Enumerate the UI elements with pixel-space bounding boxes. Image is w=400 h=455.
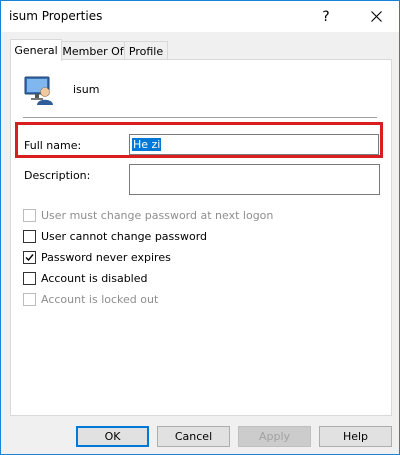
window-title: isum Properties [9, 9, 103, 23]
tab-member-of[interactable]: Member Of [61, 41, 125, 60]
description-field[interactable] [129, 164, 380, 195]
full-name-value: He zi [132, 138, 162, 151]
checkbox-box [23, 229, 36, 243]
checkbox-label: Account is disabled [41, 271, 148, 285]
checkbox-label: User cannot change password [41, 229, 208, 243]
cancel-button[interactable]: Cancel [157, 426, 230, 447]
user-computer-icon [24, 76, 53, 105]
apply-button[interactable]: Apply [238, 426, 311, 447]
help-title-button[interactable]: ? [303, 1, 349, 32]
checkbox-label: User must change password at next logon [41, 208, 274, 222]
account-disabled-checkbox[interactable]: Account is disabled [23, 270, 148, 286]
tab-general[interactable]: General [10, 39, 62, 61]
checkbox-box [23, 208, 36, 222]
checkbox-box [23, 292, 36, 306]
password-never-expires-checkbox[interactable]: Password never expires [23, 249, 171, 265]
question-mark-icon: ? [322, 8, 330, 25]
description-label: Description: [24, 169, 91, 182]
general-tab-panel: isum Full name: He zi Description: User … [10, 59, 392, 416]
close-button[interactable] [353, 1, 399, 32]
checkmark-icon [25, 253, 34, 261]
title-bar: isum Properties ? [1, 1, 399, 32]
user-name-label: isum [73, 83, 100, 96]
full-name-field[interactable]: He zi [129, 134, 379, 155]
separator-line [23, 117, 377, 119]
account-locked-out-checkbox[interactable]: Account is locked out [23, 291, 158, 307]
checkbox-label: Password never expires [41, 250, 171, 264]
help-button[interactable]: Help [319, 426, 392, 447]
checkbox-label: Account is locked out [41, 292, 159, 306]
tab-profile[interactable]: Profile [124, 41, 168, 60]
close-icon [370, 11, 382, 22]
full-name-label: Full name: [24, 139, 82, 152]
cannot-change-password-checkbox[interactable]: User cannot change password [23, 228, 207, 244]
checkbox-box [23, 271, 36, 285]
properties-dialog: isum Properties ? General Member Of Prof… [0, 0, 400, 455]
ok-button[interactable]: OK [76, 426, 149, 447]
must-change-password-checkbox[interactable]: User must change password at next logon [23, 207, 273, 223]
checkbox-box [23, 250, 36, 264]
